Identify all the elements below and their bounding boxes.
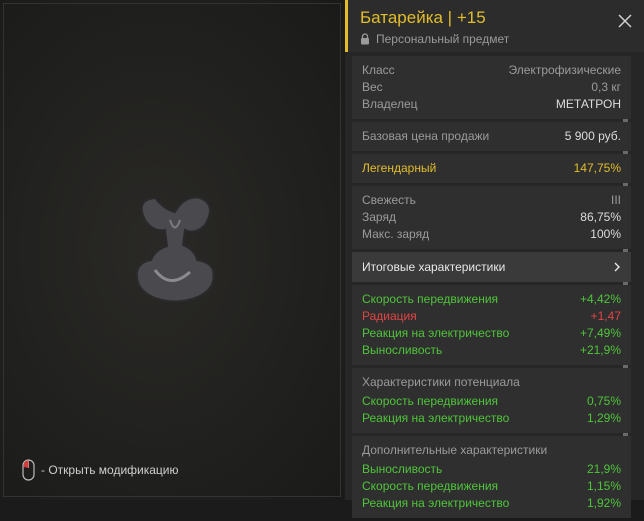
mouse-icon bbox=[22, 459, 35, 481]
price-row: Базовая цена продажи 5 900 руб. bbox=[362, 129, 621, 143]
stat-row: Выносливость +21,9% bbox=[362, 343, 621, 357]
rarity-section: Легендарный 147,75% bbox=[352, 154, 631, 183]
additional-title: Дополнительные характеристики bbox=[362, 443, 548, 457]
stat-row: Скорость передвижения 0,75% bbox=[362, 394, 621, 408]
weight-row: Вес 0,3 кг bbox=[362, 80, 621, 94]
class-row: Класс Электрофизические bbox=[362, 63, 621, 77]
price-section: Базовая цена продажи 5 900 руб. bbox=[352, 122, 631, 151]
final-stats-section: Скорость передвижения +4,42% Радиация +1,4… bbox=[352, 285, 631, 365]
freshness-row: Свежесть III bbox=[362, 193, 621, 207]
item-preview[interactable]: - Открыть модификацию bbox=[0, 0, 344, 500]
personal-item-label: Персональный предмет bbox=[376, 32, 510, 46]
lock-icon bbox=[361, 33, 369, 45]
final-stats-label: Итоговые характеристики bbox=[362, 260, 506, 274]
owner-row: Владелец МЕТАТРОН bbox=[362, 97, 621, 111]
hint-text: - Открыть модификацию bbox=[41, 463, 179, 477]
potential-title: Характеристики потенциала bbox=[362, 375, 520, 389]
chevron-right-icon bbox=[614, 262, 620, 272]
final-stats-button[interactable]: Итоговые характеристики bbox=[352, 252, 631, 282]
stats-body: Класс Электрофизические Вес 0,3 кг Владеле… bbox=[352, 56, 631, 521]
close-icon[interactable] bbox=[618, 14, 632, 28]
additional-section: Дополнительные характеристики Выносливос… bbox=[352, 436, 631, 518]
item-subtitle: Персональный предмет bbox=[360, 32, 509, 46]
stat-row: Реакция на электричество 1,29% bbox=[362, 411, 621, 425]
stat-row: Выносливость 21,9% bbox=[362, 462, 621, 476]
rarity-row: Легендарный 147,75% bbox=[362, 161, 621, 175]
max-charge-row: Макс. заряд 100% bbox=[362, 227, 621, 241]
stat-row: Реакция на электричество +7,49% bbox=[362, 326, 621, 340]
artifact-image bbox=[135, 196, 215, 303]
item-header: Батарейка | +15 Персональный предмет bbox=[345, 0, 644, 52]
potential-section: Характеристики потенциала Скорость перед… bbox=[352, 368, 631, 433]
basic-info-section: Класс Электрофизические Вес 0,3 кг Владеле… bbox=[352, 56, 631, 119]
stat-row: Скорость передвижения 1,15% bbox=[362, 479, 621, 493]
open-mod-hint: - Открыть модификацию bbox=[22, 459, 179, 481]
charge-row: Заряд 86,75% bbox=[362, 210, 621, 224]
stat-row: Реакция на электричество 1,92% bbox=[362, 496, 621, 510]
stat-row: Скорость передвижения +4,42% bbox=[362, 292, 621, 306]
stat-row: Радиация +1,47 bbox=[362, 309, 621, 323]
item-title: Батарейка | +15 bbox=[360, 8, 486, 27]
status-section: Свежесть III Заряд 86,75% Макс. заряд 100% bbox=[352, 186, 631, 249]
